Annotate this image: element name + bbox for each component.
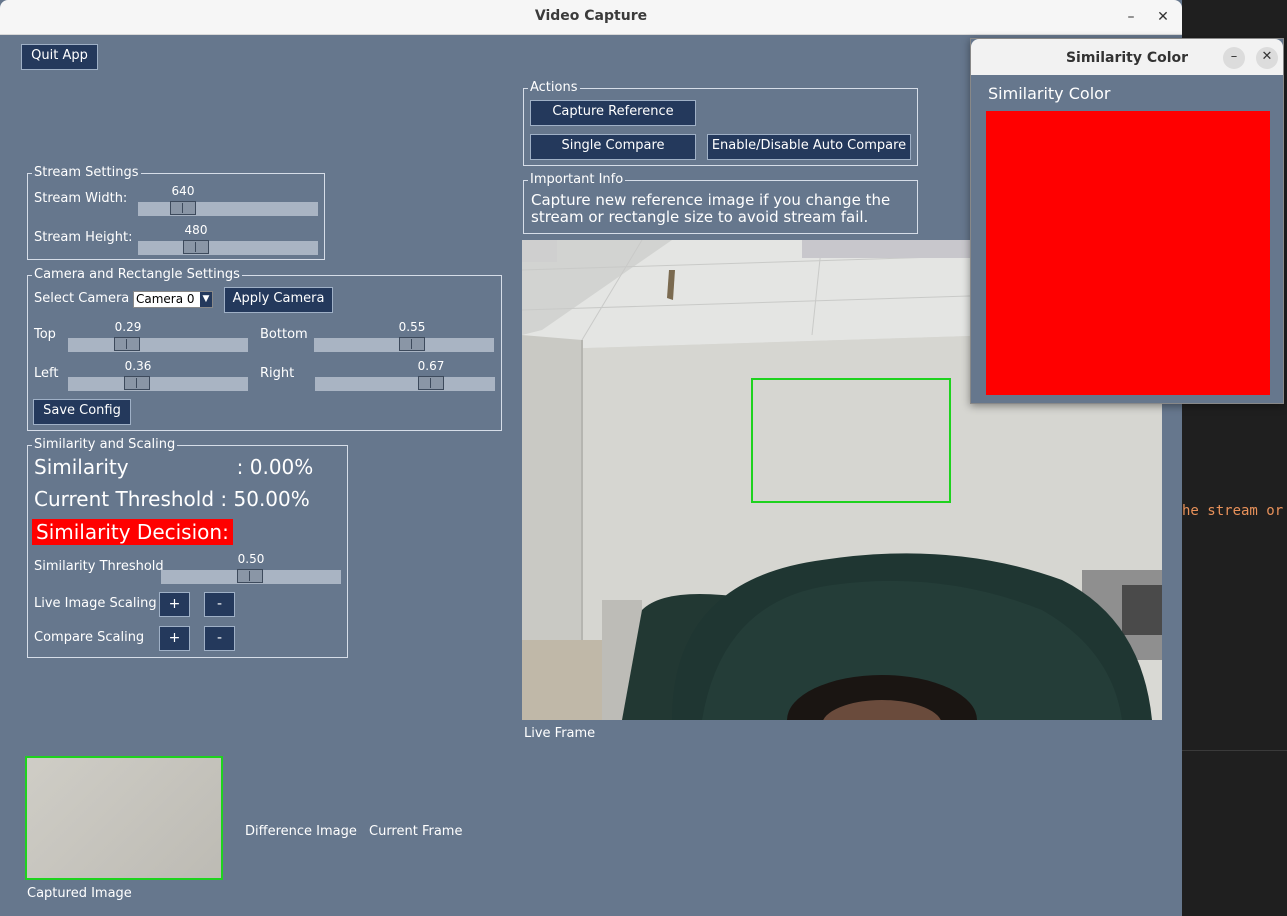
captured-image	[25, 756, 223, 880]
difference-image-label: Difference Image	[245, 824, 357, 839]
compare-scaling-label: Compare Scaling	[34, 630, 145, 645]
terminal-divider	[1182, 750, 1287, 751]
current-frame-label: Current Frame	[369, 824, 463, 839]
minimize-icon[interactable]: –	[1223, 47, 1245, 69]
important-info-title: Important Info	[528, 172, 626, 188]
similarity-group-title: Similarity and Scaling	[32, 437, 178, 453]
similarity-threshold-handle[interactable]	[237, 569, 263, 583]
actions-title: Actions	[528, 80, 580, 96]
select-camera-label: Select Camera	[34, 291, 130, 306]
stream-height-value: 480	[184, 223, 208, 237]
captured-image-label: Captured Image	[27, 886, 132, 901]
top-value: 0.29	[114, 320, 142, 334]
stream-settings-title: Stream Settings	[32, 165, 141, 181]
auto-compare-toggle-button[interactable]: Enable/Disable Auto Compare	[707, 134, 911, 160]
top-handle[interactable]	[114, 337, 140, 351]
chevron-down-icon: ▼	[200, 292, 212, 307]
save-config-button[interactable]: Save Config	[33, 399, 131, 425]
popup-title-bar: Similarity Color – ✕	[971, 39, 1283, 75]
info-line-2: stream or rectangle size to avoid stream…	[531, 208, 869, 226]
live-scaling-minus-button[interactable]: -	[204, 592, 235, 617]
stream-width-label: Stream Width:	[34, 191, 128, 206]
camera-settings-title: Camera and Rectangle Settings	[32, 267, 242, 283]
terminal-text: he stream or	[1182, 503, 1284, 519]
similarity-threshold-label: Similarity Threshold	[34, 559, 164, 574]
compare-scaling-minus-button[interactable]: -	[204, 626, 235, 651]
stream-height-label: Stream Height:	[34, 230, 133, 245]
window-title: Video Capture	[534, 8, 648, 24]
top-slider[interactable]	[68, 337, 248, 352]
left-label: Left	[34, 366, 59, 381]
live-image-scaling-label: Live Image Scaling	[34, 596, 157, 611]
bottom-value: 0.55	[398, 320, 426, 334]
minimize-icon[interactable]: –	[1120, 6, 1142, 28]
similarity-color-window: Similarity Color – ✕ Similarity Color	[970, 38, 1284, 404]
right-label: Right	[260, 366, 295, 381]
apply-camera-button[interactable]: Apply Camera	[224, 287, 333, 313]
stream-height-slider[interactable]	[138, 240, 318, 255]
popup-label: Similarity Color	[988, 84, 1111, 103]
similarity-threshold-slider[interactable]	[161, 569, 341, 584]
capture-reference-button[interactable]: Capture Reference	[530, 100, 696, 126]
right-handle[interactable]	[418, 376, 444, 390]
title-bar: Video Capture – ✕	[0, 0, 1182, 35]
right-slider[interactable]	[315, 376, 495, 391]
close-icon[interactable]: ✕	[1256, 47, 1278, 69]
similarity-decision-badge: Similarity Decision:	[32, 519, 233, 545]
top-label: Top	[34, 327, 56, 342]
stream-width-handle[interactable]	[170, 201, 196, 215]
stream-width-slider[interactable]	[138, 201, 318, 216]
left-slider[interactable]	[68, 376, 248, 391]
bottom-label: Bottom	[260, 327, 308, 342]
compare-scaling-plus-button[interactable]: +	[159, 626, 190, 651]
bottom-slider[interactable]	[314, 337, 494, 352]
bottom-handle[interactable]	[399, 337, 425, 351]
stream-height-handle[interactable]	[183, 240, 209, 254]
right-value: 0.67	[417, 359, 445, 373]
quit-app-button[interactable]: Quit App	[21, 44, 98, 70]
stream-width-value: 640	[171, 184, 195, 198]
left-handle[interactable]	[124, 376, 150, 390]
similarity-color-swatch	[986, 111, 1270, 395]
left-value: 0.36	[124, 359, 152, 373]
camera-select-value: Camera 0	[136, 292, 195, 306]
camera-select[interactable]: Camera 0 ▼	[133, 291, 213, 308]
similarity-readout: Similarity : 0.00%	[34, 455, 314, 479]
close-icon[interactable]: ✕	[1152, 6, 1174, 28]
info-line-1: Capture new reference image if you chang…	[531, 191, 891, 209]
single-compare-button[interactable]: Single Compare	[530, 134, 696, 160]
live-scaling-plus-button[interactable]: +	[159, 592, 190, 617]
live-frame-label: Live Frame	[524, 726, 596, 741]
threshold-readout: Current Threshold : 50.00%	[34, 487, 310, 511]
similarity-threshold-value: 0.50	[237, 552, 265, 566]
